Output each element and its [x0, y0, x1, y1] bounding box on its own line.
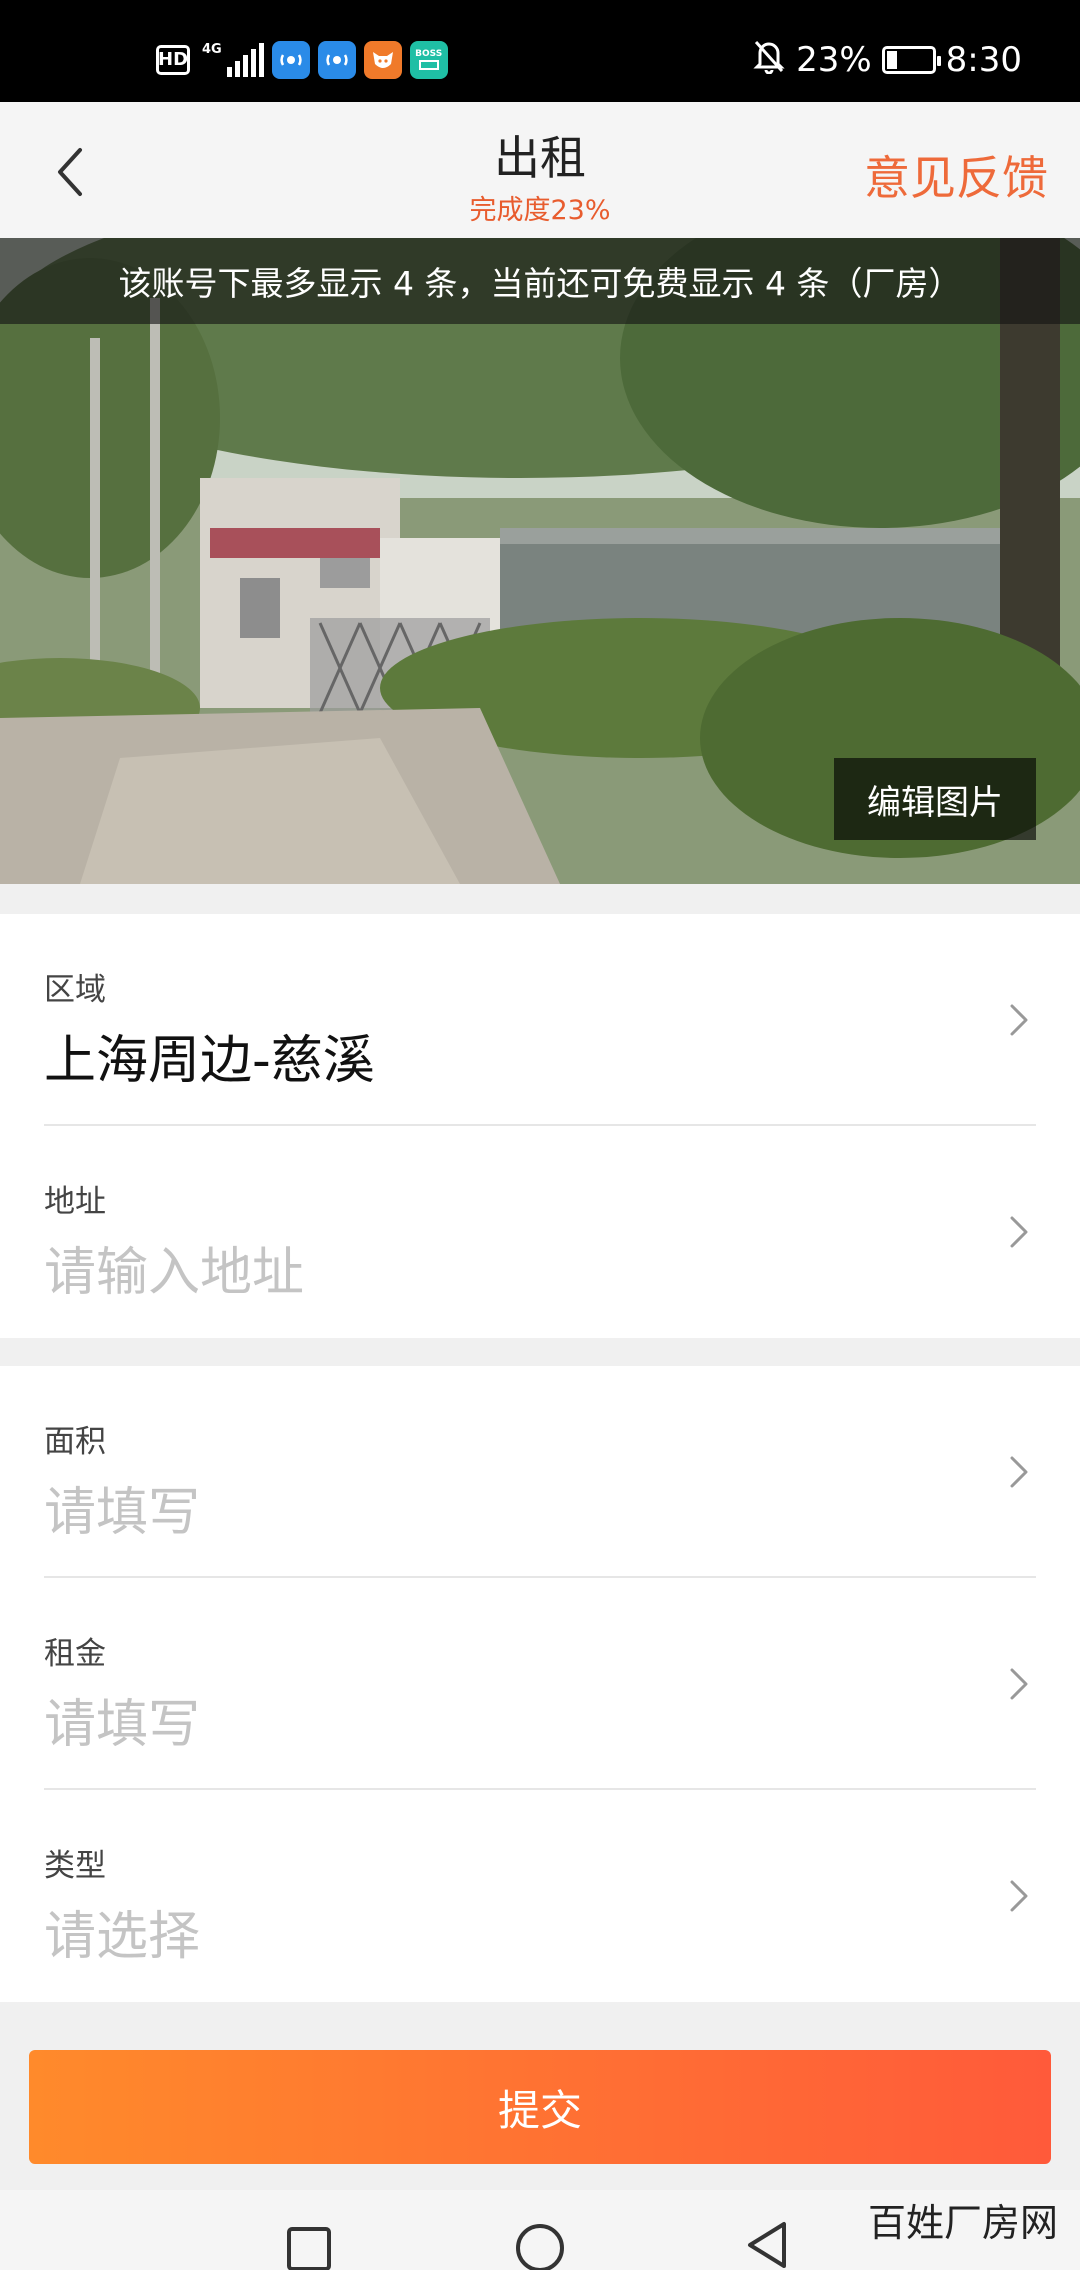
- chevron-right-icon: [1010, 1216, 1028, 1248]
- status-right: 23% 8:30: [752, 38, 1022, 82]
- type-select[interactable]: 请选择: [44, 1894, 200, 1969]
- battery-percent: 23%: [796, 40, 872, 80]
- address-row[interactable]: 地址 请输入地址: [0, 1126, 1080, 1338]
- details-section: 面积 请填写 租金 请填写 类型 请选择: [0, 1366, 1080, 2002]
- rent-row[interactable]: 租金 请填写: [0, 1578, 1080, 1790]
- clock: 8:30: [945, 40, 1022, 80]
- edit-image-button[interactable]: 编辑图片: [834, 758, 1036, 840]
- rent-input[interactable]: 请填写: [44, 1682, 200, 1757]
- circle-icon[interactable]: [514, 2222, 566, 2270]
- type-label: 类型: [44, 1848, 106, 1884]
- chevron-right-icon: [1010, 1880, 1028, 1912]
- app-icon-blue-2: [317, 41, 356, 79]
- battery-icon: [881, 46, 941, 74]
- submit-button[interactable]: 提交: [29, 2050, 1051, 2164]
- 4g-signal-icon: 4G: [202, 43, 264, 77]
- app-icon-orange: [363, 41, 402, 79]
- location-section: 区域 上海周边-慈溪 地址 请输入地址: [0, 914, 1080, 1338]
- listing-quota-notice: 该账号下最多显示 4 条，当前还可免费显示 4 条（厂房）: [0, 238, 1080, 324]
- status-bar: HD 4G BOSS 23% 8:30: [0, 0, 1080, 102]
- chevron-right-icon: [1010, 1668, 1028, 1700]
- rent-label: 租金: [44, 1636, 106, 1672]
- address-input[interactable]: 请输入地址: [44, 1230, 304, 1305]
- property-photo[interactable]: 该账号下最多显示 4 条，当前还可免费显示 4 条（厂房） 编辑图片: [0, 238, 1080, 884]
- hd-icon: HD: [156, 45, 190, 75]
- region-row[interactable]: 区域 上海周边-慈溪: [0, 914, 1080, 1126]
- square-icon[interactable]: [286, 2226, 332, 2270]
- app-icon-blue-1: [271, 41, 310, 79]
- area-label: 面积: [44, 1424, 106, 1460]
- triangle-back-icon[interactable]: [744, 2220, 790, 2270]
- address-label: 地址: [44, 1184, 106, 1220]
- region-label: 区域: [44, 972, 106, 1008]
- chevron-right-icon: [1010, 1004, 1028, 1036]
- app-header: 出租 完成度23% 意见反馈: [0, 102, 1080, 238]
- chevron-right-icon: [1010, 1456, 1028, 1488]
- feedback-button[interactable]: 意见反馈: [864, 142, 1048, 208]
- status-left-icons: HD 4G BOSS: [156, 40, 448, 80]
- area-input[interactable]: 请填写: [44, 1470, 200, 1545]
- app-icon-boss: BOSS: [409, 41, 448, 79]
- type-row[interactable]: 类型 请选择: [0, 1790, 1080, 2002]
- area-row[interactable]: 面积 请填写: [0, 1366, 1080, 1578]
- watermark: 百姓厂房网: [867, 2201, 1058, 2245]
- bell-off-icon: [752, 38, 786, 83]
- region-value: 上海周边-慈溪: [44, 1031, 375, 1091]
